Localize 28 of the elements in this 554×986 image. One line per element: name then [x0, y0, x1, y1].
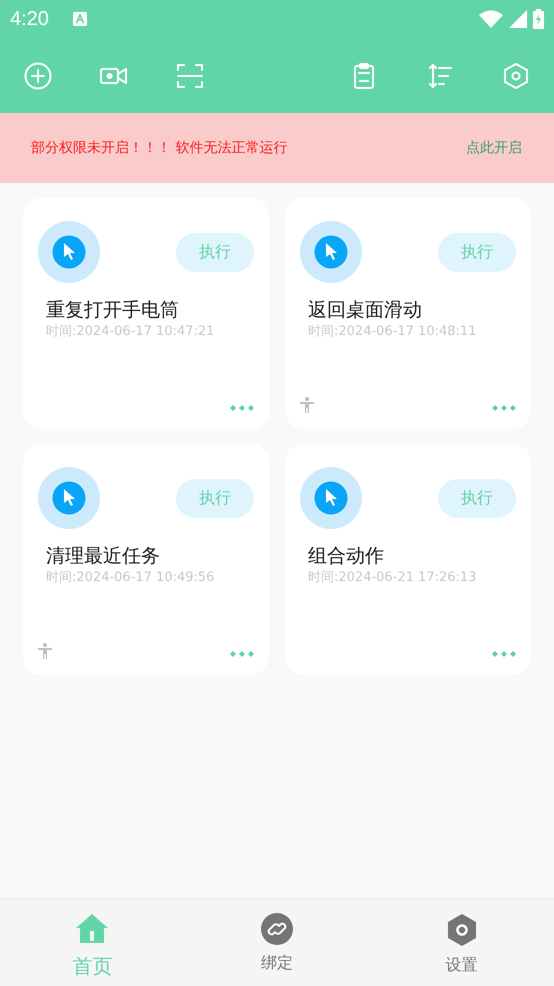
- task-title: 组合动作: [308, 544, 385, 569]
- more-icon[interactable]: [492, 651, 516, 657]
- cursor-icon: [38, 221, 100, 283]
- cursor-icon: [38, 467, 100, 529]
- more-icon[interactable]: [230, 405, 254, 411]
- task-title: 清理最近任务: [46, 544, 161, 569]
- cursor-icon: [300, 467, 362, 529]
- settings-icon[interactable]: [502, 62, 530, 90]
- home-icon: [75, 913, 110, 945]
- keyboard-indicator-icon: [72, 12, 87, 26]
- cursor-icon: [300, 221, 362, 283]
- warning-message: 部分权限未开启！！！ 软件无法正常运行: [31, 138, 288, 158]
- more-icon[interactable]: [492, 405, 516, 411]
- signal-icon: [509, 10, 527, 28]
- settings-icon: [446, 913, 478, 947]
- scan-icon[interactable]: [176, 62, 204, 90]
- add-icon[interactable]: [24, 62, 52, 90]
- nav-tab[interactable]: 绑定: [184, 899, 370, 986]
- more-icon[interactable]: [230, 651, 254, 657]
- task-title: 返回桌面滑动: [308, 298, 423, 323]
- link-icon: [260, 913, 293, 945]
- wifi-icon: [479, 10, 503, 28]
- sort-icon[interactable]: [426, 62, 454, 90]
- enable-link[interactable]: 点此开启: [466, 138, 522, 158]
- battery-icon: [533, 9, 544, 29]
- task-title: 重复打开手电筒: [46, 298, 180, 323]
- nav-tab[interactable]: 设置: [369, 899, 554, 986]
- status-time: 4:20: [10, 7, 49, 32]
